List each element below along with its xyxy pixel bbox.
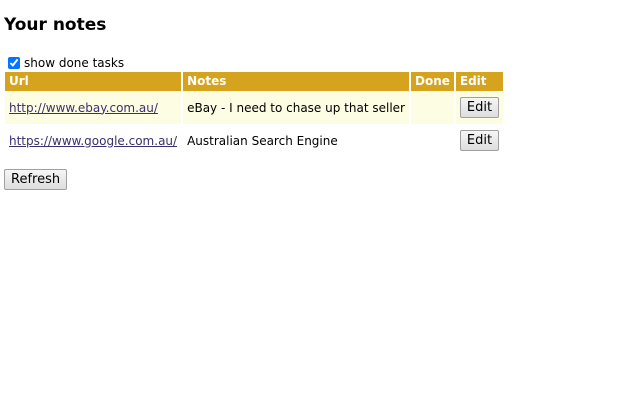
edit-cell: Edit: [455, 124, 504, 157]
show-done-label: show done tasks: [24, 56, 125, 70]
url-cell: https://www.google.com.au/: [5, 124, 182, 157]
column-header-notes: Notes: [183, 72, 409, 91]
url-link[interactable]: http://www.ebay.com.au/: [9, 101, 158, 115]
note-text: eBay - I need to chase up that seller: [187, 100, 405, 115]
refresh-button[interactable]: Refresh: [4, 169, 68, 190]
show-done-toggle[interactable]: show done tasks: [8, 54, 124, 72]
edit-button[interactable]: Edit: [459, 97, 500, 118]
table-row: http://www.ebay.com.au/ eBay - I need to…: [5, 91, 504, 124]
edit-cell: Edit: [455, 91, 504, 124]
edit-button[interactable]: Edit: [459, 130, 500, 151]
notes-table: Url Notes Done Edit http://www.ebay.com.…: [3, 72, 505, 157]
show-done-checkbox[interactable]: [8, 57, 20, 69]
table-row: https://www.google.com.au/ Australian Se…: [5, 124, 504, 157]
column-header-edit: Edit: [455, 72, 504, 91]
column-header-url: Url: [5, 72, 182, 91]
done-cell: [410, 91, 454, 124]
url-link[interactable]: https://www.google.com.au/: [9, 134, 177, 148]
note-text: Australian Search Engine: [187, 133, 338, 148]
done-cell: [410, 124, 454, 157]
column-header-done: Done: [410, 72, 454, 91]
page-title: Your notes: [4, 15, 107, 35]
url-cell: http://www.ebay.com.au/: [5, 91, 182, 124]
table-header-row: Url Notes Done Edit: [5, 72, 504, 91]
notes-cell: Australian Search Engine: [183, 124, 409, 157]
notes-cell: eBay - I need to chase up that seller: [183, 91, 409, 124]
